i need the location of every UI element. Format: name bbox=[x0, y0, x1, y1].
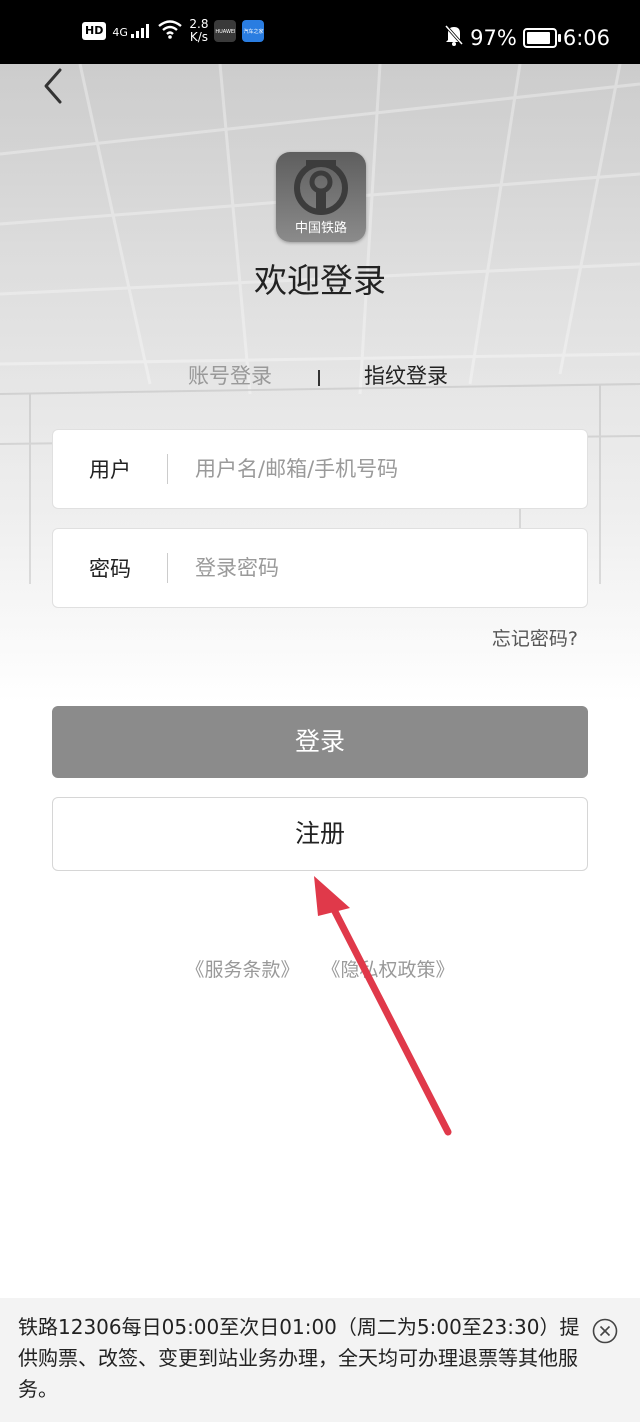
hd-icon: HD bbox=[82, 22, 107, 40]
huawei-app-icon: HUAWEI bbox=[214, 20, 237, 42]
red-arrow-annotation bbox=[314, 876, 452, 1136]
login-mode-tabs: 账号登录 指纹登录 bbox=[0, 360, 640, 394]
battery-icon bbox=[522, 28, 561, 48]
register-button[interactable]: 注册 bbox=[52, 797, 588, 871]
password-input[interactable] bbox=[193, 547, 567, 589]
bell-muted-icon bbox=[444, 24, 464, 52]
status-right: 97% 6:06 bbox=[444, 24, 610, 52]
username-input[interactable] bbox=[193, 448, 567, 490]
username-field: 用户 bbox=[52, 429, 588, 509]
tab-fingerprint-login[interactable]: 指纹登录 bbox=[364, 360, 448, 390]
password-label: 密码 bbox=[89, 557, 131, 581]
autohome-app-icon: 汽车之家 bbox=[242, 20, 265, 42]
status-bar: HD 4G 2.8 K/s HUAWEI 汽车之家 97% 6:06 bbox=[0, 0, 640, 64]
speed-unit: K/s bbox=[189, 30, 208, 44]
railway-emblem-icon bbox=[294, 160, 348, 215]
notice-close-button[interactable] bbox=[592, 1318, 618, 1344]
terms-of-service-link[interactable]: 《服务条款》 bbox=[185, 959, 299, 981]
username-label: 用户 bbox=[89, 458, 131, 482]
page-title: 欢迎登录 bbox=[254, 261, 386, 300]
app1-label: HUAWEI bbox=[215, 29, 236, 35]
battery-fill bbox=[526, 32, 550, 44]
tab-divider bbox=[318, 370, 320, 386]
tab-account-login[interactable]: 账号登录 bbox=[188, 360, 272, 390]
status-left: HD 4G 2.8 K/s HUAWEI 汽车之家 bbox=[82, 18, 265, 44]
field-divider bbox=[167, 454, 168, 484]
battery-percent: 97% bbox=[470, 26, 517, 50]
network-type: 4G bbox=[112, 25, 128, 39]
chevron-left-icon bbox=[44, 68, 62, 104]
app2-label: 汽车之家 bbox=[243, 29, 264, 35]
speed-value: 2.8 bbox=[189, 17, 209, 31]
service-notice-text: 铁路12306每日05:00至次日01:00（周二为5:00至23:30）提供购… bbox=[18, 1315, 580, 1401]
close-icon bbox=[592, 1318, 618, 1344]
china-railway-logo: 中国铁路 bbox=[276, 152, 366, 242]
service-notice-banner: 铁路12306每日05:00至次日01:00（周二为5:00至23:30）提供购… bbox=[0, 1298, 640, 1422]
clock: 6:06 bbox=[562, 26, 610, 50]
logo-text: 中国铁路 bbox=[294, 221, 347, 236]
wifi-icon bbox=[157, 19, 183, 43]
cellular-signal-icon: 4G bbox=[112, 23, 151, 39]
login-button[interactable]: 登录 bbox=[52, 706, 588, 778]
field-divider bbox=[167, 553, 168, 583]
password-field: 密码 bbox=[52, 528, 588, 608]
network-speed: 2.8 K/s bbox=[189, 18, 208, 44]
back-button[interactable] bbox=[38, 66, 72, 106]
forgot-password-link[interactable]: 忘记密码? bbox=[492, 624, 578, 651]
